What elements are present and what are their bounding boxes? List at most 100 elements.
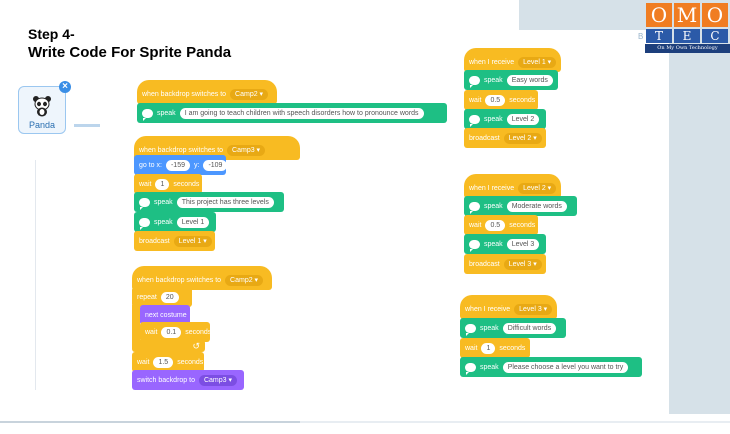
- speech-bubble-icon: [465, 323, 476, 336]
- block-label: next costume: [145, 311, 187, 319]
- wait-input[interactable]: 0.1: [161, 326, 182, 338]
- block-label: repeat: [137, 293, 157, 301]
- logo-letter: O: [646, 3, 672, 27]
- backdrop-dropdown[interactable]: Camp2 ▾: [230, 88, 269, 100]
- hat-block[interactable]: when I receive Level 2 ▾: [464, 174, 561, 198]
- block-label: wait: [469, 221, 482, 229]
- speak-text-input[interactable]: Please choose a level you want to try: [502, 361, 629, 373]
- repeat-block[interactable]: repeat 20: [132, 287, 192, 307]
- speak-block[interactable]: speak This project has three levels: [134, 192, 284, 212]
- block-label: switch backdrop to: [137, 376, 195, 384]
- speak-text-input[interactable]: Level 3: [506, 238, 540, 250]
- speech-bubble-icon: [469, 114, 480, 127]
- block-label: speak: [480, 363, 499, 371]
- omotec-logo: O M O T E C On My Own Technology: [645, 0, 730, 55]
- wait-block[interactable]: wait 1.5 seconds: [132, 352, 204, 372]
- hat-block[interactable]: when I receive Level 3 ▾: [460, 295, 557, 319]
- speak-block[interactable]: speak Difficult words: [460, 318, 566, 338]
- block-label: speak: [154, 198, 173, 206]
- wait-block[interactable]: wait 1 seconds: [460, 338, 530, 358]
- speech-bubble-icon: [469, 201, 480, 214]
- block-label: seconds: [177, 358, 204, 366]
- block-label: speak: [484, 240, 503, 248]
- block-label: wait: [137, 358, 150, 366]
- block-label: speak: [157, 109, 176, 117]
- speak-block[interactable]: speak Please choose a level you want to …: [460, 357, 642, 377]
- block-label: wait: [145, 328, 158, 336]
- speech-bubble-icon: [469, 239, 480, 252]
- broadcast-dropdown[interactable]: Level 2 ▾: [503, 132, 542, 144]
- wait-block[interactable]: wait 0.5 seconds: [464, 90, 538, 110]
- wait-block[interactable]: wait 0.5 seconds: [464, 215, 538, 235]
- speak-block[interactable]: speak Moderate words: [464, 196, 577, 216]
- speak-text-input[interactable]: This project has three levels: [176, 196, 274, 208]
- message-dropdown[interactable]: Level 3 ▾: [514, 303, 553, 315]
- block-label: seconds: [509, 221, 536, 229]
- block-label: seconds: [173, 180, 200, 188]
- speak-text-input[interactable]: Easy words: [506, 74, 553, 86]
- close-icon[interactable]: ×: [59, 81, 71, 93]
- message-dropdown[interactable]: Level 2 ▾: [518, 182, 557, 194]
- step-title: Step 4-: [28, 26, 75, 42]
- repeat-c-bottom: ↺: [132, 340, 205, 352]
- speak-text-input[interactable]: Moderate words: [506, 200, 567, 212]
- speak-block[interactable]: speak Level 3: [464, 234, 546, 254]
- block-label: speak: [484, 76, 503, 84]
- logo-letter: E: [674, 29, 700, 43]
- wait-input[interactable]: 1: [481, 342, 496, 354]
- block-label: broadcast: [469, 260, 500, 268]
- goto-block[interactable]: go to x: -159 y: -109: [134, 155, 228, 175]
- speak-block[interactable]: speak Level 2: [464, 109, 546, 129]
- speech-bubble-icon: [142, 108, 153, 121]
- backdrop-dropdown[interactable]: Camp3 ▾: [198, 374, 238, 386]
- speak-block[interactable]: speak I am going to teach children with …: [137, 103, 447, 123]
- backdrop-dropdown[interactable]: Camp2 ▾: [225, 274, 264, 286]
- hat-block[interactable]: when I receive Level 1 ▾: [464, 48, 561, 72]
- broadcast-block[interactable]: broadcast Level 2 ▾: [464, 128, 546, 148]
- loop-arrow-icon: ↺: [192, 340, 200, 351]
- broadcast-block[interactable]: broadcast Level 1 ▾: [134, 231, 215, 251]
- speech-bubble-icon: [465, 362, 476, 375]
- step-subtitle: Write Code For Sprite Panda: [28, 44, 232, 61]
- wait-input[interactable]: 1: [155, 178, 170, 190]
- wait-input[interactable]: 0.5: [485, 94, 506, 106]
- sprite-list-line: [35, 160, 36, 390]
- logo-tagline: On My Own Technology: [645, 44, 730, 53]
- logo-letter: M: [674, 3, 700, 27]
- broadcast-block[interactable]: broadcast Level 3 ▾: [464, 254, 546, 274]
- block-label: wait: [469, 96, 482, 104]
- backdrop-dropdown[interactable]: Camp3 ▾: [227, 144, 266, 156]
- wait-block[interactable]: wait 0.1 seconds: [140, 322, 211, 342]
- speak-block[interactable]: speak Easy words: [464, 70, 558, 90]
- wait-input[interactable]: 0.5: [485, 219, 506, 231]
- speak-text-input[interactable]: Difficult words: [502, 322, 557, 334]
- bottom-scroll-track[interactable]: [0, 421, 300, 423]
- block-label: seconds: [499, 344, 526, 352]
- hat-block[interactable]: when backdrop switches to Camp2 ▾: [137, 80, 277, 104]
- speak-text-input[interactable]: Level 1: [176, 216, 210, 228]
- message-dropdown[interactable]: Level 1 ▾: [518, 56, 557, 68]
- y-input[interactable]: -109: [203, 159, 228, 171]
- block-label: when backdrop switches to: [142, 90, 227, 98]
- block-label: when I receive: [465, 305, 511, 313]
- block-label: broadcast: [469, 134, 500, 142]
- speak-text-input[interactable]: Level 2: [506, 113, 540, 125]
- switch-backdrop-block[interactable]: switch backdrop to Camp3 ▾: [132, 370, 244, 390]
- wait-input[interactable]: 1.5: [153, 356, 174, 368]
- sprite-connector: [74, 124, 100, 127]
- logo-letter: O: [702, 3, 728, 27]
- broadcast-dropdown[interactable]: Level 1 ▾: [173, 235, 212, 247]
- speak-text-input[interactable]: I am going to teach children with speech…: [179, 107, 424, 119]
- block-label: wait: [465, 344, 478, 352]
- block-label: speak: [480, 324, 499, 332]
- repeat-input[interactable]: 20: [160, 291, 179, 303]
- block-label: broadcast: [139, 237, 170, 245]
- x-input[interactable]: -159: [165, 159, 190, 171]
- stray-label: B: [638, 32, 644, 41]
- broadcast-dropdown[interactable]: Level 3 ▾: [503, 258, 542, 270]
- block-label: go to x:: [139, 161, 162, 169]
- block-label: y:: [193, 161, 200, 169]
- wait-block[interactable]: wait 1 seconds: [134, 174, 202, 194]
- sprite-label: Panda: [28, 120, 56, 130]
- speak-block[interactable]: speak Level 1: [134, 212, 216, 232]
